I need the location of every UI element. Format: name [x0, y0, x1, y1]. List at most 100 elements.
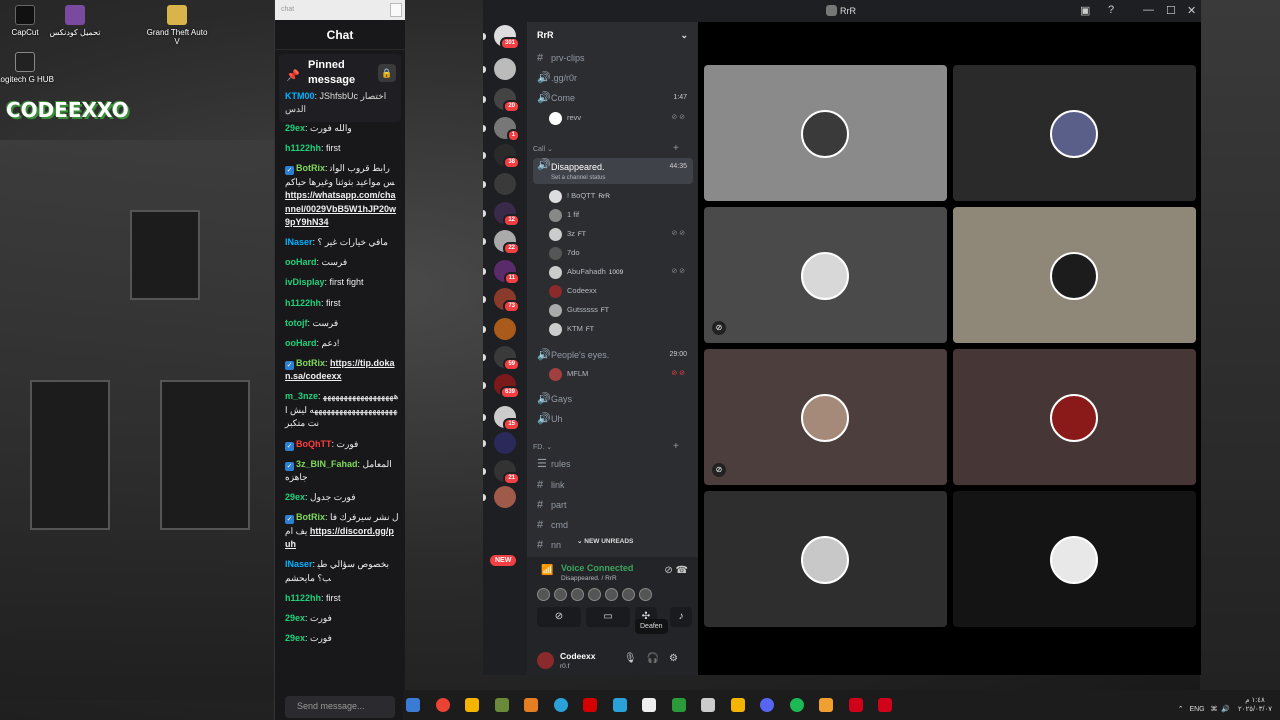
taskbar-app-icon[interactable]: [406, 698, 420, 712]
guild-header[interactable]: RrR ⌄: [527, 22, 698, 50]
help-icon[interactable]: ?: [1108, 4, 1114, 16]
chat-link[interactable]: https://whatsapp.com/channel/0029VbB5W1h…: [285, 190, 396, 227]
chat-username[interactable]: 29ex: [285, 123, 305, 133]
voice-user[interactable]: 3z FT ⊘ ⊘: [549, 225, 693, 243]
chat-username[interactable]: INaser: [285, 559, 313, 569]
channel-disappeared[interactable]: 🔊 Disappeared. Set a channel status 44:3…: [533, 158, 693, 184]
voice-user[interactable]: Codeexx: [549, 282, 693, 300]
taskbar-app-icon[interactable]: [671, 698, 686, 712]
avatar[interactable]: [639, 588, 652, 601]
add-channel-icon[interactable]: +: [673, 143, 679, 154]
maximize-icon[interactable]: ☐: [1166, 4, 1176, 17]
channel-rules[interactable]: ☰ rules: [533, 455, 693, 473]
server-icon[interactable]: 73: [494, 288, 520, 313]
desktop-icon-logitech[interactable]: Logitech G HUB: [0, 52, 57, 84]
server-icon[interactable]: 639: [494, 374, 520, 399]
desktop-icon-gta[interactable]: Grand Theft Auto V: [145, 5, 209, 46]
chat-username[interactable]: 29ex: [285, 633, 305, 643]
clock[interactable]: ١:٤٨ م ٢٠٢٥/٠٣/٠٧: [1238, 696, 1272, 714]
taskbar-app-icon[interactable]: [760, 698, 774, 712]
channel-cmd[interactable]: # cmd: [533, 516, 693, 534]
category-fd[interactable]: FD. ⌄ +: [533, 441, 679, 452]
add-channel-icon[interactable]: +: [673, 441, 679, 452]
video-tile[interactable]: ⊘: [704, 349, 947, 485]
channel-come[interactable]: 🔊 Come 1:47: [533, 89, 693, 107]
inbox-icon[interactable]: ▣: [1080, 4, 1090, 17]
chat-username[interactable]: ivDisplay: [285, 277, 325, 287]
close-icon[interactable]: ✕: [1187, 4, 1196, 17]
server-icon[interactable]: 20: [494, 88, 520, 113]
avatar[interactable]: [571, 588, 584, 601]
video-tile[interactable]: [953, 491, 1196, 627]
server-icon[interactable]: 38: [494, 144, 520, 169]
server-icon[interactable]: 21: [494, 460, 520, 485]
voice-user-revv[interactable]: revv ⊘ ⊘: [549, 109, 693, 127]
chat-username[interactable]: 3z_BIN_Fahad: [296, 459, 358, 469]
server-icon[interactable]: [494, 486, 516, 508]
voice-user[interactable]: AbuFahadh 1009 ⊘ ⊘: [549, 263, 693, 281]
taskbar-app-icon[interactable]: [524, 698, 538, 712]
headphones-icon[interactable]: 🎧: [647, 653, 669, 664]
chat-username[interactable]: INaser: [285, 237, 313, 247]
pinned-message[interactable]: 📌 Pinned message 🔒 KTM00: JShfsbUc اختصا…: [279, 54, 401, 122]
avatar[interactable]: [554, 588, 567, 601]
disconnect-icon[interactable]: ⊘ ☎: [664, 565, 688, 576]
chat-username[interactable]: m_3nze: [285, 391, 318, 401]
minimize-icon[interactable]: —: [1143, 4, 1154, 16]
video-tile[interactable]: [704, 65, 947, 201]
server-icon[interactable]: 12: [494, 202, 520, 227]
chat-username[interactable]: 29ex: [285, 613, 305, 623]
channel-peoples-eyes[interactable]: 🔊 People's eyes. 29:00: [533, 346, 693, 364]
channel-status[interactable]: Set a channel status: [551, 174, 693, 182]
chat-username[interactable]: h1122hh: [285, 593, 321, 603]
taskbar-app-icon[interactable]: [465, 698, 479, 712]
avatar[interactable]: [537, 588, 550, 601]
chat-username[interactable]: h1122hh: [285, 143, 321, 153]
video-tile[interactable]: [953, 207, 1196, 343]
gear-icon[interactable]: ⚙: [669, 653, 688, 664]
chat-username[interactable]: ooHard: [285, 338, 317, 348]
taskbar-app-icon[interactable]: [435, 698, 450, 712]
server-icon[interactable]: [494, 318, 516, 340]
screen-share-button[interactable]: ▭: [586, 607, 630, 627]
category-call[interactable]: Call ⌄ +: [533, 143, 679, 154]
channel-prv-clips[interactable]: # prv-clips: [533, 49, 693, 67]
server-icon[interactable]: [494, 58, 516, 80]
window-square-icon[interactable]: [390, 3, 402, 17]
server-icon[interactable]: [494, 432, 516, 454]
camera-off-button[interactable]: ⊘: [537, 607, 581, 627]
language-indicator[interactable]: ENG: [1189, 706, 1204, 713]
channel-part[interactable]: # part: [533, 496, 693, 514]
new-unreads-button[interactable]: ⌄ NEW UNREADS: [573, 535, 638, 547]
channel-gg-r0r[interactable]: 🔊 .gg/r0r: [533, 69, 693, 87]
video-tile[interactable]: [953, 349, 1196, 485]
server-icon[interactable]: 11: [494, 260, 520, 285]
chat-url-bar[interactable]: chat: [275, 0, 405, 20]
new-badge[interactable]: NEW: [490, 555, 517, 566]
voice-connected-sub[interactable]: Disappeared. / RrR: [561, 575, 617, 582]
channel-uh[interactable]: 🔊 Uh: [533, 410, 693, 428]
avatar[interactable]: [588, 588, 601, 601]
chat-username[interactable]: BotRix: [296, 512, 325, 522]
chat-username[interactable]: BotRix: [296, 358, 325, 368]
user-name[interactable]: Codeexx: [560, 651, 595, 661]
volume-icon[interactable]: 🔊: [1221, 706, 1230, 713]
taskbar-app-icon[interactable]: [553, 698, 568, 712]
soundboard-button[interactable]: ♪: [670, 607, 692, 627]
video-tile[interactable]: [704, 491, 947, 627]
chat-input[interactable]: Send message...: [285, 696, 395, 718]
voice-user[interactable]: ! BoQTT RrR: [549, 187, 693, 205]
tray-chevron-icon[interactable]: ⌃: [1178, 706, 1184, 713]
avatar[interactable]: [605, 588, 618, 601]
server-icon[interactable]: [494, 173, 516, 195]
wifi-icon[interactable]: ⌘: [1210, 706, 1217, 713]
voice-connected-title[interactable]: Voice Connected: [561, 563, 633, 573]
chat-username[interactable]: h1122hh: [285, 298, 321, 308]
chat-username[interactable]: ooHard: [285, 257, 317, 267]
microphone-icon[interactable]: 🎙: [624, 653, 647, 664]
taskbar-app-icon[interactable]: [730, 698, 745, 712]
channel-link[interactable]: # link: [533, 476, 693, 494]
chat-username[interactable]: 29ex: [285, 492, 305, 502]
taskbar-app-icon[interactable]: [789, 698, 804, 712]
server-icon[interactable]: 22: [494, 230, 520, 255]
